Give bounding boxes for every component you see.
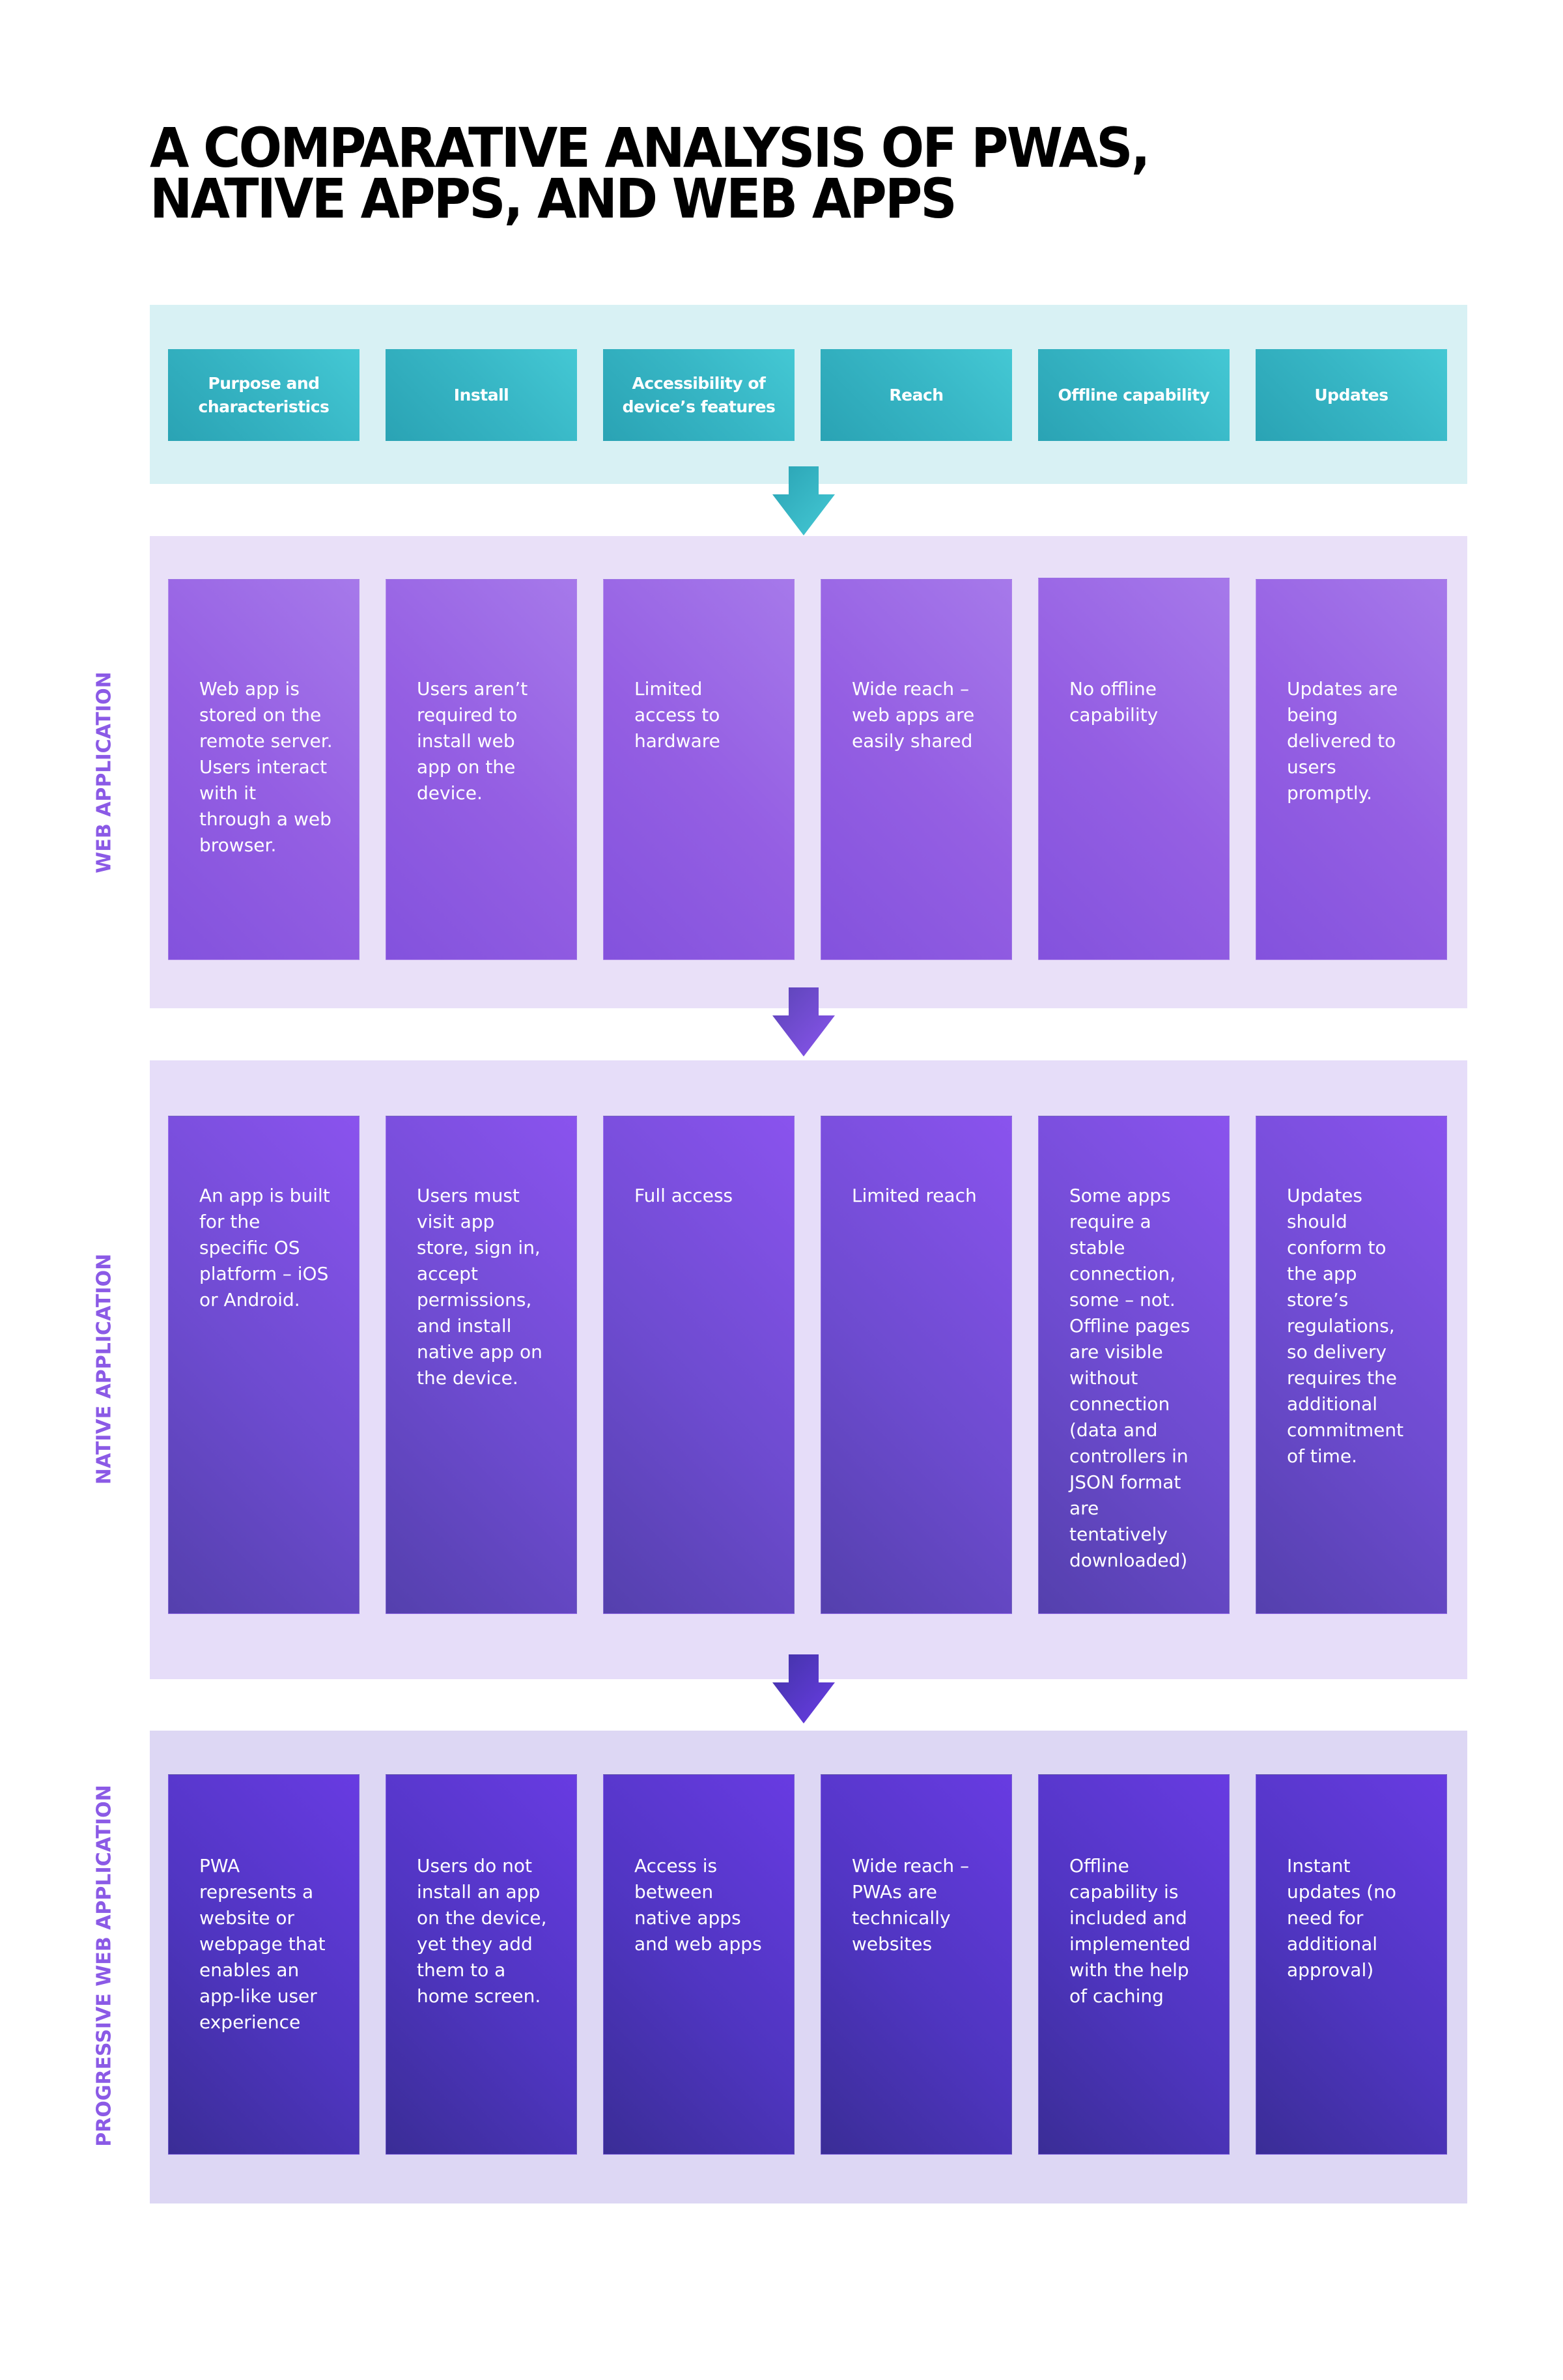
card-text: Updates are being delivered to users pro… [1287, 678, 1398, 804]
card-text: Limited reach [852, 1185, 977, 1206]
pwa-offline-card: Offline capability is included and imple… [1038, 1774, 1230, 2155]
pwa-install-card: Users do not install an app on the devic… [386, 1774, 577, 2155]
card-text: Wide reach – PWAs are technically websit… [852, 1855, 970, 1955]
column-header-offline: Offline capability [1038, 349, 1230, 441]
card-text: PWA represents a website or webpage that… [199, 1855, 326, 2033]
pwa-purpose-card: PWA represents a website or webpage that… [168, 1774, 359, 2155]
pwa-updates-card: Instant updates (no need for additional … [1256, 1774, 1447, 2155]
card-text: Limited access to hardware [634, 678, 720, 752]
web-reach-card: Wide reach – web apps are easily shared [821, 579, 1012, 960]
native-accessibility-card: Full access [603, 1116, 795, 1614]
native-install-card: Users must visit app store, sign in, acc… [386, 1116, 577, 1614]
page-title: A comparative analysis of PWAs, native a… [150, 116, 1150, 231]
card-text: Web app is stored on the remote server. … [199, 678, 333, 856]
card-text: Users must visit app store, sign in, acc… [417, 1185, 542, 1389]
down-arrow-icon [772, 987, 835, 1056]
row-label-web-application: WEB APPLICATION [92, 672, 116, 873]
pwa-reach-card: Wide reach – PWAs are technically websit… [821, 1774, 1012, 2155]
web-install-card: Users aren’t required to install web app… [386, 579, 577, 960]
web-purpose-card: Web app is stored on the remote server. … [168, 579, 359, 960]
card-text: Access is between native apps and web ap… [634, 1855, 762, 1955]
card-text: Some apps require a stable connection, s… [1069, 1185, 1190, 1571]
column-header-updates: Updates [1256, 349, 1447, 441]
native-purpose-card: An app is built for the specific OS plat… [168, 1116, 359, 1614]
card-text: Users aren’t required to install web app… [417, 678, 528, 804]
card-text: Users do not install an app on the devic… [417, 1855, 547, 2007]
web-accessibility-card: Limited access to hardware [603, 579, 795, 960]
card-text: An app is built for the specific OS plat… [199, 1185, 330, 1310]
card-text: Updates should conform to the app store’… [1287, 1185, 1404, 1467]
column-header-accessibility: Accessibility of device’s features [603, 349, 795, 441]
card-text: Offline capability is included and imple… [1069, 1855, 1191, 2007]
column-header-reach: Reach [821, 349, 1012, 441]
card-text: Wide reach – web apps are easily shared [852, 678, 975, 752]
down-arrow-icon [772, 1654, 835, 1723]
web-updates-card: Updates are being delivered to users pro… [1256, 579, 1447, 960]
card-text: Full access [634, 1185, 733, 1206]
column-header-purpose: Purpose and characteristics [168, 349, 359, 441]
web-offline-card: No offline capability [1038, 578, 1230, 960]
native-offline-card: Some apps require a stable connection, s… [1038, 1116, 1230, 1614]
row-label-pwa: PROGRESSIVE WEB APPLICATION [92, 1785, 116, 2147]
column-header-install: Install [386, 349, 577, 441]
native-updates-card: Updates should conform to the app store’… [1256, 1116, 1447, 1614]
down-arrow-icon [772, 466, 835, 535]
row-label-native-application: NATIVE APPLICATION [92, 1253, 116, 1485]
native-reach-card: Limited reach [821, 1116, 1012, 1614]
card-text: No offline capability [1069, 678, 1159, 726]
card-text: Instant updates (no need for additional … [1287, 1855, 1396, 1981]
pwa-accessibility-card: Access is between native apps and web ap… [603, 1774, 795, 2155]
